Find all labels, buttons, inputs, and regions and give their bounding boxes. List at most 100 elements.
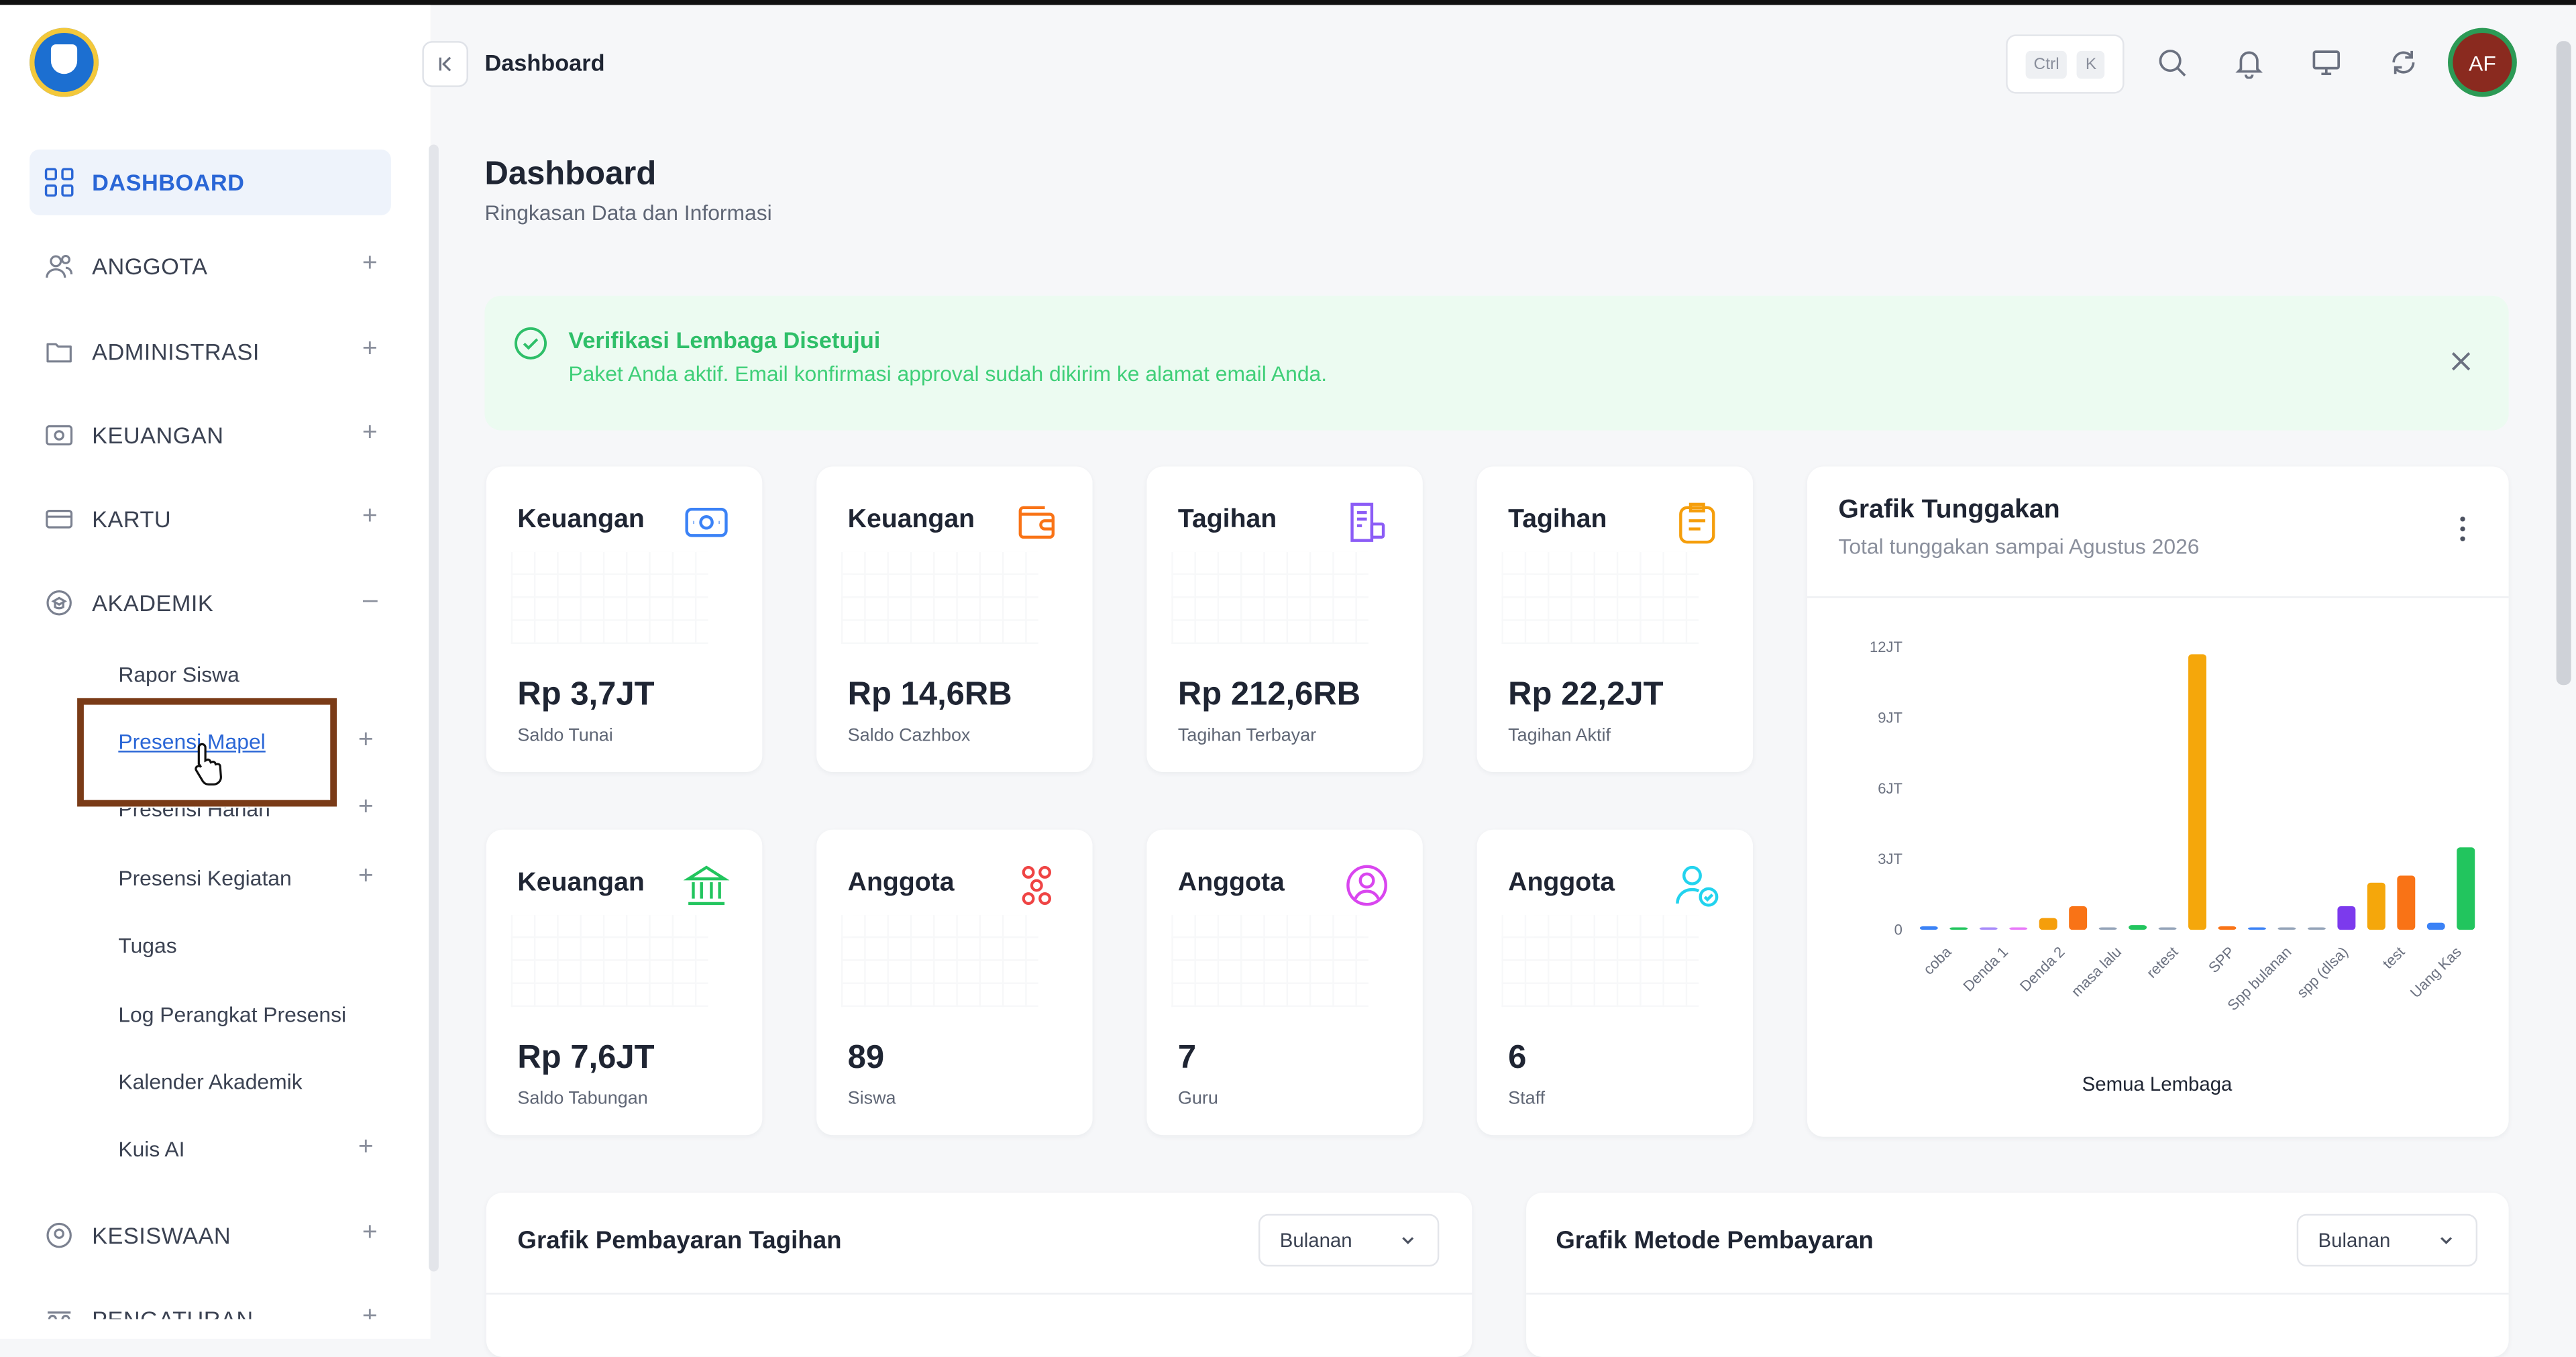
chart-bar[interactable] bbox=[2158, 927, 2177, 930]
x-tick-label: test bbox=[2379, 943, 2408, 972]
card-value: 89 bbox=[847, 1040, 885, 1077]
y-tick-label: 0 bbox=[1894, 921, 1902, 938]
card-value: Rp 212,6RB bbox=[1177, 676, 1361, 713]
y-tick-label: 3JT bbox=[1878, 851, 1902, 867]
x-tick-label: Uang Kas bbox=[2407, 943, 2465, 1001]
kbd-ctrl: Ctrl bbox=[2025, 50, 2068, 78]
chart-bar[interactable] bbox=[2188, 654, 2207, 930]
chart-bar[interactable] bbox=[2337, 906, 2356, 930]
card-title: Tagihan bbox=[1177, 506, 1277, 534]
expand-toggle[interactable]: + bbox=[358, 794, 374, 823]
cash-icon bbox=[685, 507, 728, 537]
stat-card-tagihan-aktif[interactable]: Tagihan Rp 22,2JT Tagihan Aktif bbox=[1477, 466, 1754, 773]
chart-bar[interactable] bbox=[2277, 927, 2296, 930]
command-palette-shortcut[interactable]: Ctrl K bbox=[2006, 34, 2125, 94]
sidebar-item-dashboard[interactable]: DASHBOARD bbox=[30, 149, 391, 215]
sidebar-item-label: KEUANGAN bbox=[92, 422, 224, 449]
sidebar-subitem-presensi-kegiatan[interactable]: Presensi Kegiatan bbox=[118, 866, 291, 891]
expand-toggle[interactable]: + bbox=[362, 419, 378, 448]
card-title: Anggota bbox=[1508, 869, 1615, 898]
chevron-down-icon bbox=[1402, 1237, 1414, 1244]
x-tick-label: Denda 1 bbox=[1960, 943, 2011, 995]
card-label: Staff bbox=[1508, 1089, 1546, 1109]
x-tick-label: coba bbox=[1920, 943, 1955, 978]
stat-card-siswa[interactable]: Anggota 89 Siswa bbox=[816, 829, 1093, 1136]
main-scrollbar[interactable] bbox=[2556, 41, 2571, 686]
chart-bar[interactable] bbox=[2098, 927, 2117, 930]
sidebar-subitem-log-perangkat-presensi[interactable]: Log Perangkat Presensi bbox=[118, 1002, 346, 1027]
expand-toggle[interactable]: + bbox=[362, 1219, 378, 1248]
chart-bar[interactable] bbox=[2367, 882, 2385, 930]
card-label: Tagihan Terbayar bbox=[1177, 726, 1317, 746]
period-select[interactable]: Bulanan bbox=[1258, 1213, 1440, 1267]
more-vertical-icon[interactable] bbox=[2448, 509, 2477, 549]
sidebar-item-kartu[interactable]: KARTU + bbox=[30, 486, 391, 552]
chart-title: Grafik Pembayaran Tagihan bbox=[517, 1227, 842, 1256]
avatar[interactable]: AF bbox=[2453, 32, 2512, 93]
group-icon bbox=[1022, 865, 1051, 906]
sidebar-collapse-button[interactable] bbox=[422, 41, 468, 87]
sidebar-scrollbar[interactable] bbox=[429, 144, 439, 1272]
sidebar-item-keuangan[interactable]: KEUANGAN + bbox=[30, 402, 391, 468]
card-value: Rp 22,2JT bbox=[1508, 676, 1664, 713]
chart-bar[interactable] bbox=[2129, 925, 2147, 930]
sidebar-item-kesiswaan[interactable]: KESISWAAN + bbox=[30, 1203, 391, 1268]
check-circle-icon bbox=[515, 327, 547, 360]
sidebar-subitem-kuis-ai[interactable]: Kuis AI bbox=[118, 1137, 184, 1162]
period-select[interactable]: Bulanan bbox=[2296, 1213, 2478, 1267]
user-check-icon bbox=[1676, 865, 1719, 907]
card-label: Tagihan Aktif bbox=[1508, 726, 1611, 746]
chart-bar[interactable] bbox=[2218, 926, 2237, 930]
collapse-toggle[interactable]: – bbox=[363, 586, 378, 616]
search-icon[interactable] bbox=[2155, 46, 2188, 79]
stat-card-saldo-cazhbox[interactable]: Keuangan Rp 14,6RB Saldo Cazhbox bbox=[816, 466, 1093, 773]
chart-bar[interactable] bbox=[1979, 927, 1998, 930]
card-pattern bbox=[841, 551, 1038, 645]
expand-toggle[interactable]: + bbox=[362, 502, 378, 532]
bell-icon[interactable] bbox=[2233, 46, 2265, 79]
card-title: Keuangan bbox=[517, 869, 645, 898]
stat-card-saldo-tunai[interactable]: Keuangan Rp 3,7JT Saldo Tunai bbox=[486, 466, 763, 773]
chart-bar[interactable] bbox=[2069, 906, 2088, 930]
sidebar-item-akademik[interactable]: AKADEMIK – bbox=[30, 570, 391, 636]
refresh-icon[interactable] bbox=[2387, 46, 2420, 79]
sidebar-item-anggota[interactable]: ANGGOTA + bbox=[30, 233, 391, 299]
stat-card-guru[interactable]: Anggota 7 Guru bbox=[1146, 829, 1423, 1136]
institution-logo[interactable] bbox=[30, 28, 99, 97]
sidebar-subitem-tugas[interactable]: Tugas bbox=[118, 933, 176, 958]
tunggakan-bar-chart: 0 3JT 6JT 9JT 12JT coba Denda 1 Denda 2 masa la… bbox=[1870, 639, 2475, 1095]
monitor-icon[interactable] bbox=[2310, 46, 2343, 79]
chart-bar[interactable] bbox=[1949, 927, 1968, 930]
chart-bar[interactable] bbox=[2248, 927, 2266, 930]
page-title: Dashboard bbox=[484, 156, 657, 193]
chart-bar[interactable] bbox=[2009, 927, 2028, 930]
money-icon bbox=[43, 419, 76, 451]
close-icon[interactable] bbox=[2445, 345, 2477, 378]
expand-toggle[interactable]: + bbox=[358, 863, 374, 892]
bank-icon bbox=[683, 865, 730, 906]
chart-bar[interactable] bbox=[2397, 875, 2416, 930]
card-pattern bbox=[511, 915, 708, 1008]
sidebar-item-administrasi[interactable]: ADMINISTRASI + bbox=[30, 319, 391, 384]
chart-bar[interactable] bbox=[2457, 847, 2475, 930]
sidebar-subitem-rapor-siswa[interactable]: Rapor Siswa bbox=[118, 662, 239, 687]
expand-toggle[interactable]: + bbox=[362, 335, 378, 365]
card-divider bbox=[486, 1293, 1472, 1295]
chart-bar[interactable] bbox=[2307, 927, 2326, 930]
expand-toggle[interactable]: + bbox=[362, 250, 378, 279]
chart-bar[interactable] bbox=[1919, 926, 1938, 930]
x-tick-label: spp (dlsa) bbox=[2294, 943, 2351, 1001]
sidebar-item-label: AKADEMIK bbox=[92, 590, 214, 616]
stat-card-staff[interactable]: Anggota 6 Staff bbox=[1477, 829, 1754, 1136]
expand-toggle[interactable]: + bbox=[358, 726, 374, 755]
expand-toggle[interactable]: + bbox=[358, 1134, 374, 1163]
sidebar-subitem-kalender-akademik[interactable]: Kalender Akademik bbox=[118, 1069, 302, 1094]
stat-card-tagihan-terbayar[interactable]: Tagihan Rp 212,6RB Tagihan Terbayar bbox=[1146, 466, 1423, 773]
sidebar-item-label: ADMINISTRASI bbox=[92, 338, 260, 365]
card-label: Saldo Cazhbox bbox=[847, 726, 971, 746]
collapse-left-icon bbox=[439, 56, 451, 72]
chart-bar[interactable] bbox=[2426, 922, 2445, 930]
chart-bar[interactable] bbox=[2039, 918, 2057, 930]
stat-card-saldo-tabungan[interactable]: Keuangan Rp 7,6JT Saldo Tabungan bbox=[486, 829, 763, 1136]
sidebar-item-label: KARTU bbox=[92, 506, 172, 533]
